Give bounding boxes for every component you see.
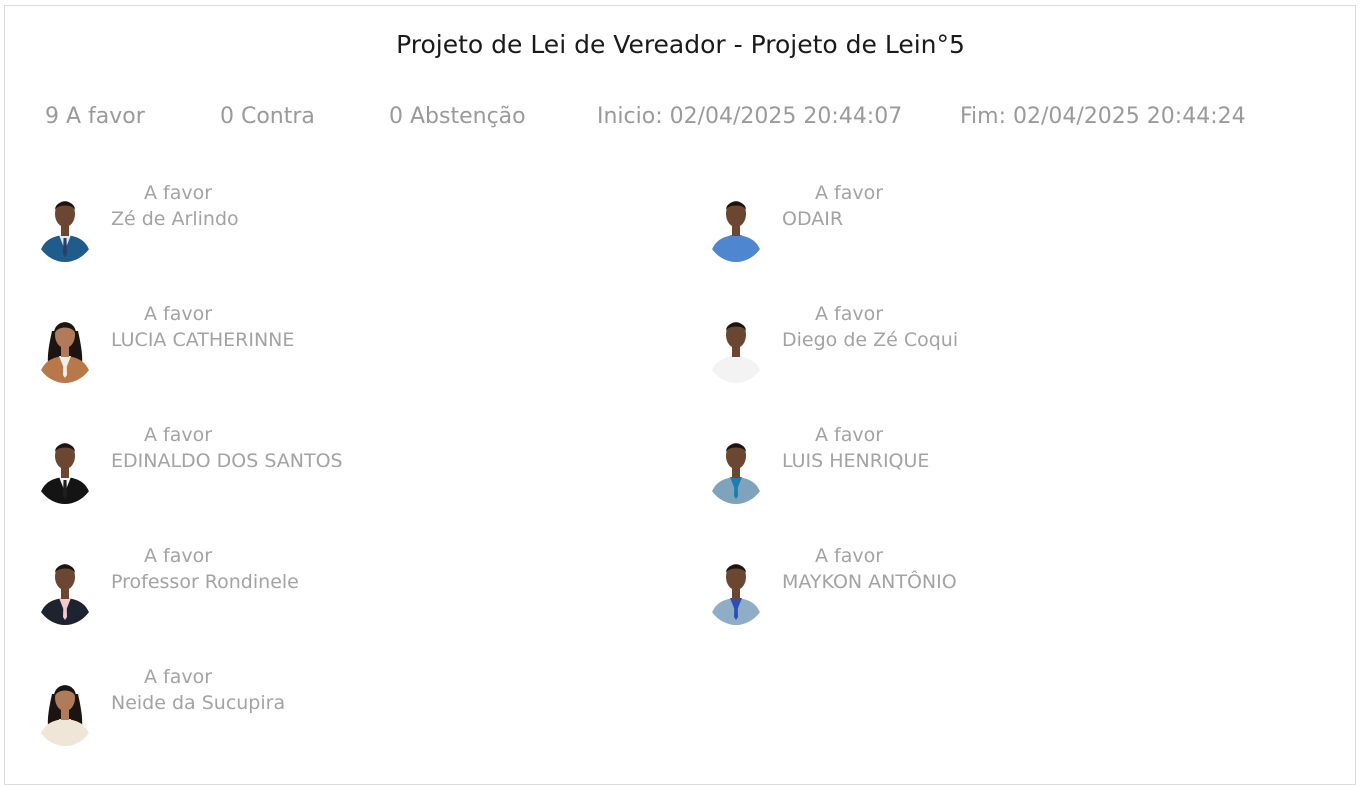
voter-name: Neide da Sucupira <box>111 692 286 714</box>
avatar <box>32 422 98 504</box>
voter-name: Professor Rondinele <box>111 571 299 593</box>
voter-card: A favor MAYKON ANTÔNIO <box>703 543 1103 633</box>
contra-count: 0 Contra <box>220 104 315 129</box>
start-time: Inicio: 02/04/2025 20:44:07 <box>597 104 903 129</box>
person-portrait-icon <box>709 564 763 625</box>
voter-card: A favor LUIS HENRIQUE <box>703 422 1103 512</box>
voter-name: Zé de Arlindo <box>111 208 239 230</box>
voter-name: LUCIA CATHERINNE <box>111 329 295 351</box>
person-portrait-icon <box>38 685 92 746</box>
voter-card: A favor ODAIR <box>703 180 1103 270</box>
voter-name: MAYKON ANTÔNIO <box>782 571 957 593</box>
voter-card: A favor EDINALDO DOS SANTOS <box>32 422 432 512</box>
avatar <box>703 301 769 383</box>
voter-card: A favor Zé de Arlindo <box>32 180 432 270</box>
person-portrait-icon <box>38 443 92 504</box>
vote-label: A favor <box>815 424 884 446</box>
person-portrait-icon <box>38 201 92 262</box>
abstencao-count: 0 Abstenção <box>389 104 526 129</box>
person-portrait-icon <box>38 564 92 625</box>
avatar <box>703 543 769 625</box>
voter-name: Diego de Zé Coqui <box>782 329 959 351</box>
vote-label: A favor <box>144 424 213 446</box>
vote-label: A favor <box>815 545 884 567</box>
avatar <box>703 422 769 504</box>
voter-card: A favor LUCIA CATHERINNE <box>32 301 432 391</box>
vote-label: A favor <box>815 303 884 325</box>
vote-label: A favor <box>144 182 213 204</box>
page-title: Projeto de Lei de Vereador - Projeto de … <box>396 30 965 59</box>
favor-count: 9 A favor <box>45 104 145 129</box>
voter-card: A favor Neide da Sucupira <box>32 664 432 754</box>
end-time: Fim: 02/04/2025 20:44:24 <box>960 104 1246 129</box>
person-portrait-icon <box>709 201 763 262</box>
person-portrait-icon <box>38 322 92 383</box>
person-portrait-icon <box>709 322 763 383</box>
voter-name: LUIS HENRIQUE <box>782 450 930 472</box>
vote-label: A favor <box>144 545 213 567</box>
voter-name: EDINALDO DOS SANTOS <box>111 450 343 472</box>
voter-card: A favor Professor Rondinele <box>32 543 432 633</box>
vote-label: A favor <box>815 182 884 204</box>
person-portrait-icon <box>709 443 763 504</box>
avatar <box>32 664 98 746</box>
vote-label: A favor <box>144 303 213 325</box>
avatar <box>32 180 98 262</box>
avatar <box>32 543 98 625</box>
avatar <box>703 180 769 262</box>
voter-card: A favor Diego de Zé Coqui <box>703 301 1103 391</box>
avatar <box>32 301 98 383</box>
voter-name: ODAIR <box>782 208 844 230</box>
vote-label: A favor <box>144 666 213 688</box>
